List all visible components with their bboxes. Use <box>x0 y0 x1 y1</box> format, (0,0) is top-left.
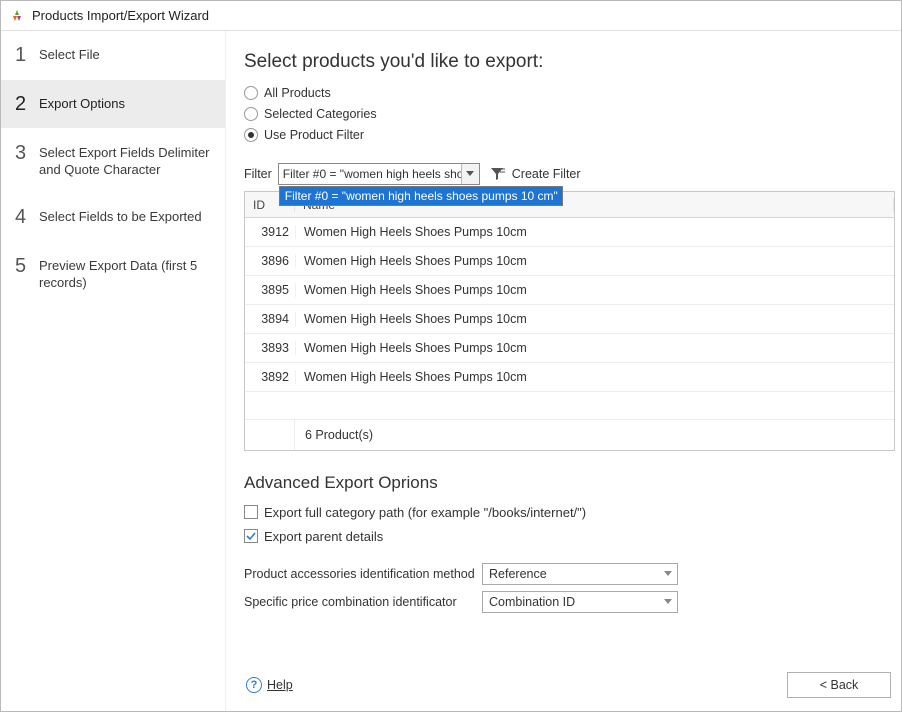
filter-dropdown-text: Filter #0 = "women high heels shoes <box>279 167 461 181</box>
radio-icon <box>244 107 258 121</box>
table-row[interactable]: 3895 Women High Heels Shoes Pumps 10cm <box>245 276 894 305</box>
wizard-footer: ? Help < Back <box>244 659 901 711</box>
app-icon <box>9 8 25 24</box>
cell-name: Women High Heels Shoes Pumps 10cm <box>295 341 894 355</box>
help-icon: ? <box>246 677 262 693</box>
cell-id: 3912 <box>245 225 295 239</box>
cell-name: Women High Heels Shoes Pumps 10cm <box>295 225 894 239</box>
checkbox-icon <box>244 529 258 543</box>
step-delimiter-quote[interactable]: 3 Select Export Fields Delimiter and Quo… <box>1 129 225 193</box>
main-panel: Select products you'd like to export: Al… <box>226 31 901 711</box>
table-row[interactable]: 3912 Women High Heels Shoes Pumps 10cm <box>245 218 894 247</box>
table-row[interactable]: 3892 Women High Heels Shoes Pumps 10cm <box>245 363 894 392</box>
cell-id: 3896 <box>245 254 295 268</box>
step-export-options[interactable]: 2 Export Options <box>1 80 225 129</box>
button-label: < Back <box>820 678 859 692</box>
select-value: Reference <box>489 567 547 581</box>
help-link[interactable]: ? Help <box>246 677 293 693</box>
checkbox-export-parent-details[interactable]: Export parent details <box>244 525 901 547</box>
wizard-window: Products Import/Export Wizard 1 Select F… <box>0 0 902 712</box>
filter-line: Filter Filter #0 = "women high heels sho… <box>244 163 901 185</box>
select-price-combination-id[interactable]: Combination ID <box>482 591 678 613</box>
radio-use-product-filter[interactable]: Use Product Filter <box>244 125 901 145</box>
filter-funnel-icon[interactable] <box>490 167 506 181</box>
titlebar: Products Import/Export Wizard <box>1 1 901 31</box>
table-row-count: 6 Product(s) <box>295 428 373 442</box>
window-title: Products Import/Export Wizard <box>32 8 209 23</box>
checkbox-icon <box>244 505 258 519</box>
cell-name: Women High Heels Shoes Pumps 10cm <box>295 283 894 297</box>
cell-id: 3894 <box>245 312 295 326</box>
field-price-combination-id: Specific price combination identificator… <box>244 591 901 613</box>
filter-label: Filter <box>244 167 272 181</box>
filter-dropdown[interactable]: Filter #0 = "women high heels shoes Filt… <box>278 163 480 185</box>
products-table: ID Name 3912 Women High Heels Shoes Pump… <box>244 191 895 451</box>
radio-label: Use Product Filter <box>264 128 364 142</box>
table-row[interactable]: 3894 Women High Heels Shoes Pumps 10cm <box>245 305 894 334</box>
radio-label: All Products <box>264 86 331 100</box>
chevron-down-icon <box>659 592 677 612</box>
step-label: Select Fields to be Exported <box>39 206 202 226</box>
create-filter-link[interactable]: Create Filter <box>512 167 581 181</box>
radio-label: Selected Categories <box>264 107 377 121</box>
footer-pad <box>245 420 295 450</box>
step-number: 3 <box>15 142 39 164</box>
step-select-file[interactable]: 1 Select File <box>1 31 225 80</box>
table-row[interactable]: 3896 Women High Heels Shoes Pumps 10cm <box>245 247 894 276</box>
field-accessory-id-method: Product accessories identification metho… <box>244 563 901 585</box>
step-number: 1 <box>15 44 39 66</box>
step-label: Select File <box>39 44 100 64</box>
checkbox-label: Export full category path (for example "… <box>264 505 586 520</box>
filter-dropdown-menu: Filter #0 = "women high heels shoes pump… <box>279 186 563 206</box>
advanced-heading: Advanced Export Oprions <box>244 473 901 493</box>
radio-icon <box>244 86 258 100</box>
cell-name: Women High Heels Shoes Pumps 10cm <box>295 312 894 326</box>
chevron-down-icon <box>659 564 677 584</box>
step-label: Select Export Fields Delimiter and Quote… <box>39 142 215 179</box>
select-accessory-id-method[interactable]: Reference <box>482 563 678 585</box>
step-number: 2 <box>15 93 39 115</box>
cell-id: 3895 <box>245 283 295 297</box>
table-body: 3912 Women High Heels Shoes Pumps 10cm 3… <box>245 218 894 420</box>
page-heading: Select products you'd like to export: <box>244 51 901 73</box>
radio-selected-categories[interactable]: Selected Categories <box>244 104 901 124</box>
table-row[interactable]: 3893 Women High Heels Shoes Pumps 10cm <box>245 334 894 363</box>
cell-name: Women High Heels Shoes Pumps 10cm <box>295 254 894 268</box>
back-button[interactable]: < Back <box>787 672 891 698</box>
chevron-down-icon <box>466 171 474 177</box>
help-label: Help <box>267 678 293 692</box>
step-select-fields[interactable]: 4 Select Fields to be Exported <box>1 193 225 242</box>
radio-icon <box>244 128 258 142</box>
cell-id: 3893 <box>245 341 295 355</box>
cell-id: 3892 <box>245 370 295 384</box>
step-number: 4 <box>15 206 39 228</box>
table-footer: 6 Product(s) <box>245 420 894 450</box>
footer-buttons: < Back <box>779 672 891 698</box>
step-number: 5 <box>15 255 39 277</box>
step-label: Preview Export Data (first 5 records) <box>39 255 215 292</box>
form-label: Specific price combination identificator <box>244 595 482 609</box>
checkbox-export-full-path[interactable]: Export full category path (for example "… <box>244 501 901 523</box>
checkbox-label: Export parent details <box>264 529 383 544</box>
filter-dropdown-option[interactable]: Filter #0 = "women high heels shoes pump… <box>280 187 562 205</box>
form-label: Product accessories identification metho… <box>244 567 482 581</box>
wizard-steps-sidebar: 1 Select File 2 Export Options 3 Select … <box>1 31 226 711</box>
wizard-body: 1 Select File 2 Export Options 3 Select … <box>1 31 901 711</box>
step-preview-export[interactable]: 5 Preview Export Data (first 5 records) <box>1 242 225 306</box>
table-blank-row <box>245 392 894 420</box>
select-value: Combination ID <box>489 595 575 609</box>
cell-name: Women High Heels Shoes Pumps 10cm <box>295 370 894 384</box>
radio-all-products[interactable]: All Products <box>244 83 901 103</box>
dropdown-toggle-button[interactable] <box>461 164 479 184</box>
step-label: Export Options <box>39 93 125 113</box>
export-scope-radiogroup: All Products Selected Categories Use Pro… <box>244 83 901 145</box>
